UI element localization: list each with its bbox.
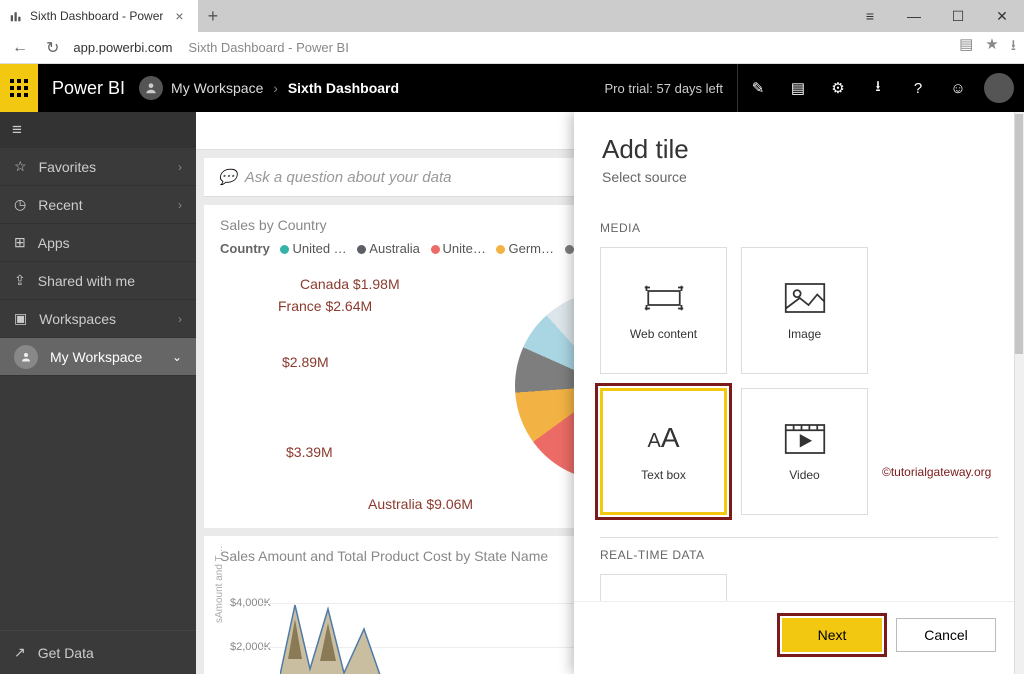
tile-option-image[interactable]: Image — [741, 247, 868, 374]
download-icon[interactable]: ⭳ — [1011, 35, 1016, 60]
chat-icon: 💬 — [218, 168, 237, 186]
brand-label[interactable]: Power BI — [38, 78, 139, 99]
trial-status: Pro trial: 57 days left — [591, 64, 739, 112]
browser-tab[interactable]: Sixth Dashboard - Power × — [0, 0, 198, 32]
app-launcher-button[interactable] — [0, 64, 38, 112]
comment-icon[interactable]: ▤ — [778, 64, 818, 112]
tile-option-realtime-partial[interactable] — [600, 574, 727, 601]
panel-subtitle: Select source — [602, 169, 996, 185]
workspace-avatar-icon — [139, 76, 163, 100]
user-avatar[interactable] — [984, 73, 1014, 103]
new-tab-button[interactable]: + — [198, 6, 229, 27]
watermark: ©tutorialgateway.org — [882, 465, 991, 479]
url-host[interactable]: app.powerbi.com — [73, 40, 172, 55]
close-window-button[interactable]: ✕ — [980, 0, 1024, 32]
sidebar-item-my-workspace[interactable]: My Workspace⌄ — [0, 338, 196, 376]
section-header-realtime: REAL-TIME DATA — [600, 548, 998, 562]
arrow-icon: ↗ — [14, 644, 26, 661]
next-button[interactable]: Next — [782, 618, 882, 652]
chevron-right-icon: › — [178, 312, 182, 326]
chevron-down-icon: ⌄ — [172, 350, 182, 364]
panel-title: Add tile — [602, 134, 996, 165]
share-icon: ⇪ — [14, 272, 26, 289]
scrollbar[interactable] — [1014, 112, 1024, 674]
reload-button[interactable]: ↻ — [42, 36, 63, 60]
sidebar-item-shared[interactable]: ⇪Shared with me — [0, 262, 196, 300]
bookmark-icon[interactable]: ★ — [985, 35, 998, 60]
menu-icon[interactable]: ≡ — [848, 0, 892, 32]
tab-title: Sixth Dashboard - Power — [30, 9, 163, 23]
dashboard-canvas: ＋Add tile 📈Usage metrics ⇆View relat 💬As… — [196, 112, 1024, 674]
breadcrumb[interactable]: My Workspace › Sixth Dashboard — [171, 80, 399, 96]
apps-icon: ⊞ — [14, 234, 26, 251]
sidebar-item-apps[interactable]: ⊞Apps — [0, 224, 196, 262]
stack-icon: ▣ — [14, 310, 27, 327]
get-data-button[interactable]: ↗Get Data — [0, 630, 196, 674]
back-button[interactable]: ← — [8, 37, 32, 59]
reader-icon[interactable]: ▤ — [959, 35, 973, 60]
chevron-right-icon: › — [178, 160, 182, 174]
maximize-button[interactable]: ☐ — [936, 0, 980, 32]
tile-option-text-box[interactable]: AA Text box — [600, 388, 727, 515]
browser-address-bar: ← ↻ app.powerbi.com Sixth Dashboard - Po… — [0, 32, 1024, 64]
add-tile-panel: Add tile Select source MEDIA Web content… — [574, 112, 1024, 674]
tile-option-video[interactable]: Video — [741, 388, 868, 515]
nav-sidebar: ≡ ☆Favorites› ◷Recent› ⊞Apps ⇪Shared wit… — [0, 112, 196, 674]
app-header: Power BI My Workspace › Sixth Dashboard … — [0, 64, 1024, 112]
edit-icon[interactable]: ✎ — [738, 64, 778, 112]
clock-icon: ◷ — [14, 196, 26, 213]
section-header-media: MEDIA — [600, 221, 998, 235]
settings-icon[interactable]: ⚙ — [818, 64, 858, 112]
url-path: Sixth Dashboard - Power BI — [188, 40, 348, 55]
sidebar-item-recent[interactable]: ◷Recent› — [0, 186, 196, 224]
chart-icon — [10, 10, 22, 22]
tab-close-button[interactable]: × — [171, 8, 187, 24]
sidebar-item-workspaces[interactable]: ▣Workspaces› — [0, 300, 196, 338]
browser-titlebar: Sixth Dashboard - Power × + ≡ — ☐ ✕ — [0, 0, 1024, 32]
cancel-button[interactable]: Cancel — [896, 618, 996, 652]
minimize-button[interactable]: — — [892, 0, 936, 32]
tile-option-web-content[interactable]: Web content — [600, 247, 727, 374]
sidebar-item-favorites[interactable]: ☆Favorites› — [0, 148, 196, 186]
star-icon: ☆ — [14, 158, 27, 175]
help-icon[interactable]: ? — [898, 64, 938, 112]
sidebar-toggle[interactable]: ≡ — [0, 112, 196, 148]
feedback-icon[interactable]: ☺ — [938, 64, 978, 112]
download-icon[interactable]: ⭳ — [858, 64, 898, 112]
chevron-right-icon: › — [178, 198, 182, 212]
avatar-icon — [14, 345, 38, 369]
